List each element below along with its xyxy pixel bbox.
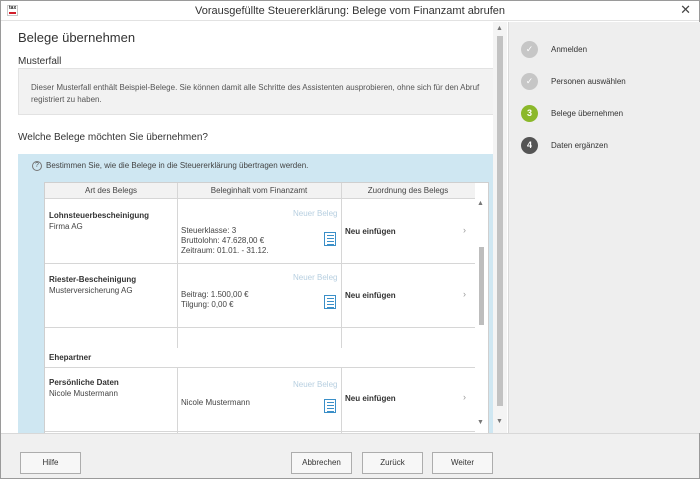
page-scrollbar[interactable]: ▲ ▼ [493, 22, 507, 433]
step-number: 3 [521, 105, 538, 122]
column-header-inhalt: Beleginhalt vom Finanzamt [210, 186, 308, 195]
cancel-button[interactable]: Abbrechen [291, 452, 352, 474]
assignment-select[interactable]: Neu einfügen [345, 227, 396, 236]
row-sub: Musterversicherung AG [49, 286, 133, 295]
footer-bar: Hilfe Abbrechen Zurück Weiter [1, 433, 699, 478]
table-row[interactable]: Riester-Bescheinigung Musterversicherung… [45, 264, 475, 328]
check-icon: ✓ [521, 73, 538, 90]
hint-text: Bestimmen Sie, wie die Belege in die Ste… [46, 161, 309, 170]
document-list-icon[interactable] [324, 295, 336, 309]
scroll-up-icon[interactable]: ▲ [496, 25, 503, 32]
next-button[interactable]: Weiter [432, 452, 493, 474]
table-row[interactable]: Persönliche Daten Nicole Mustermann Neue… [45, 368, 475, 432]
new-badge: Neuer Beleg [293, 209, 338, 218]
step-daten: 4 Daten ergänzen [521, 137, 699, 157]
scroll-down-icon[interactable]: ▼ [477, 419, 484, 426]
table-header: Art des Belegs Beleginhalt vom Finanzamt… [45, 183, 475, 199]
window-title: Vorausgefüllte Steuererklärung: Belege v… [194, 5, 505, 17]
table-scrollbar[interactable]: ▲ ▼ [475, 199, 488, 433]
step-belege: 3 Belege übernehmen [521, 105, 699, 125]
row-detail: Steuerklasse: 3 Bruttolohn: 47.628,00 € … [181, 226, 269, 255]
help-button[interactable]: Hilfe [20, 452, 81, 474]
row-detail: Beitrag: 1.500,00 € Tilgung: 0,00 € [181, 290, 249, 309]
row-name: Lohnsteuerbescheinigung [49, 211, 150, 220]
row-name: Riester-Bescheinigung [49, 275, 137, 284]
group-label: Ehepartner [49, 353, 92, 362]
hint-bar: ? Bestimmen Sie, wie die Belege in die S… [18, 154, 494, 178]
wizard-steps: ✓ Anmelden ✓ Personen auswählen 3 Belege… [508, 22, 700, 433]
document-list-icon[interactable] [324, 399, 336, 413]
documents-table: Art des Belegs Beleginhalt vom Finanzamt… [44, 182, 489, 433]
title-bar: tax Vorausgefüllte Steuererklärung: Bele… [1, 1, 699, 21]
table-row[interactable]: Lohnsteuerbescheinigung Firma AG Neuer B… [45, 199, 475, 264]
check-icon: ✓ [521, 41, 538, 58]
chevron-right-icon[interactable]: › [463, 289, 466, 299]
dialog-window: tax Vorausgefüllte Steuererklärung: Bele… [0, 0, 700, 479]
main-content: Belege übernehmen Musterfall Dieser Must… [1, 22, 507, 433]
musterfall-info-box: Dieser Musterfall enthält Beispiel-Beleg… [18, 68, 494, 115]
group-row-ehepartner: Ehepartner [45, 348, 475, 368]
row-detail: Nicole Mustermann [181, 398, 250, 407]
chevron-right-icon[interactable]: › [463, 225, 466, 235]
step-personen: ✓ Personen auswählen [521, 73, 699, 93]
back-button[interactable]: Zurück [362, 452, 423, 474]
step-label: Daten ergänzen [551, 141, 608, 150]
question-icon: ? [32, 161, 42, 171]
row-sub: Firma AG [49, 222, 83, 231]
assignment-select[interactable]: Neu einfügen [345, 291, 396, 300]
scroll-down-icon[interactable]: ▼ [496, 418, 503, 425]
musterfall-label: Musterfall [18, 56, 62, 67]
chevron-right-icon[interactable]: › [463, 392, 466, 402]
scroll-thumb[interactable] [479, 247, 484, 325]
step-number: 4 [521, 137, 538, 154]
assignment-select[interactable]: Neu einfügen [345, 394, 396, 403]
step-label: Personen auswählen [551, 77, 626, 86]
step-anmelden: ✓ Anmelden [521, 41, 699, 61]
musterfall-text: Dieser Musterfall enthält Beispiel-Beleg… [31, 83, 480, 104]
scroll-thumb[interactable] [497, 36, 503, 406]
step-label: Belege übernehmen [551, 109, 624, 118]
document-list-icon[interactable] [324, 232, 336, 246]
row-name: Persönliche Daten [49, 378, 119, 387]
step-label: Anmelden [551, 45, 588, 54]
scroll-up-icon[interactable]: ▲ [477, 200, 484, 207]
column-header-zuordnung: Zuordnung des Belegs [367, 186, 449, 195]
question-label: Welche Belege möchten Sie übernehmen? [18, 132, 208, 143]
column-header-art: Art des Belegs [84, 186, 138, 195]
new-badge: Neuer Beleg [293, 273, 338, 282]
close-icon[interactable]: ✕ [680, 3, 691, 17]
page-title: Belege übernehmen [18, 30, 136, 45]
row-sub: Nicole Mustermann [49, 389, 118, 398]
new-badge: Neuer Beleg [293, 380, 338, 389]
